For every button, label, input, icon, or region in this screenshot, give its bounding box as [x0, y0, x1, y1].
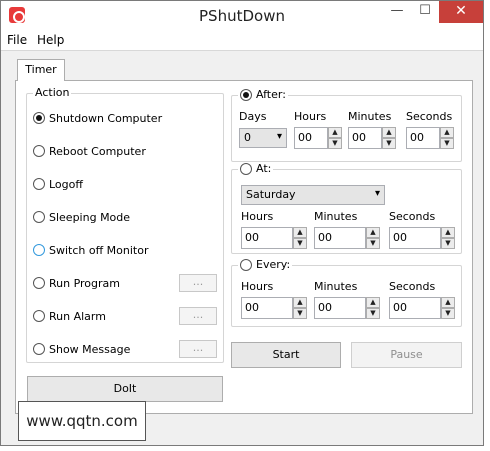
at-hours-label: Hours: [241, 210, 274, 223]
browse-program-button[interactable]: ...: [179, 274, 217, 292]
radio-sleep[interactable]: Sleeping Mode: [33, 209, 130, 225]
radio-indicator[interactable]: [33, 343, 45, 355]
spin-up-icon[interactable]: ▲: [328, 127, 342, 138]
at-hours-field[interactable]: 00: [241, 227, 293, 249]
at-minutes-label: Minutes: [314, 210, 358, 223]
spin-down-icon[interactable]: ▼: [366, 238, 380, 249]
action-legend: Action: [33, 86, 72, 99]
radio-label: Switch off Monitor: [49, 243, 149, 257]
menu-bar: File Help: [1, 31, 483, 51]
radio-indicator[interactable]: [33, 112, 45, 124]
pause-button[interactable]: Pause: [351, 342, 462, 368]
at-radio[interactable]: At:: [238, 162, 274, 175]
spin-down-icon[interactable]: ▼: [328, 138, 342, 149]
every-hours-field[interactable]: 00: [241, 297, 293, 319]
watermark: www.qqtn.com: [18, 401, 146, 441]
radio-label: Shutdown Computer: [49, 111, 163, 125]
at-seconds-field[interactable]: 00: [389, 227, 441, 249]
every-minutes-label: Minutes: [314, 280, 358, 293]
at-radio-indicator[interactable]: [240, 162, 252, 175]
radio-label: Show Message: [49, 342, 131, 356]
spin-up-icon[interactable]: ▲: [441, 297, 455, 308]
spin-down-icon[interactable]: ▼: [441, 308, 455, 319]
spin-down-icon[interactable]: ▼: [366, 308, 380, 319]
minutes-label: Minutes: [348, 110, 392, 123]
tab-timer[interactable]: Timer: [17, 59, 65, 81]
close-button[interactable]: ✕: [439, 1, 483, 23]
at-minutes-field[interactable]: 00: [314, 227, 366, 249]
action-group: Action Shutdown Computer Reboot Computer…: [26, 86, 224, 363]
spin-up-icon[interactable]: ▲: [440, 127, 454, 138]
radio-logoff[interactable]: Logoff: [33, 176, 83, 192]
radio-label: Run Alarm: [49, 309, 106, 323]
hours-label: Hours: [294, 110, 327, 123]
after-hours-field[interactable]: 00: [294, 127, 328, 149]
after-minutes-field[interactable]: 00: [348, 127, 382, 149]
radio-indicator[interactable]: [33, 145, 45, 157]
every-group: Every: Hours Minutes Seconds 00 ▲ ▼ 00 ▲ ▼…: [231, 258, 462, 327]
weekday-select[interactable]: Saturday ▾: [241, 185, 385, 205]
at-seconds-label: Seconds: [389, 210, 436, 223]
radio-label: Reboot Computer: [49, 144, 146, 158]
app-window: PShutDown — ☐ ✕ File Help Timer Action S…: [0, 0, 484, 446]
at-label: At:: [256, 162, 272, 175]
spin-up-icon[interactable]: ▲: [382, 127, 396, 138]
radio-indicator[interactable]: [33, 277, 45, 289]
after-label: After:: [256, 88, 286, 101]
every-radio[interactable]: Every:: [238, 258, 293, 271]
after-seconds-field[interactable]: 00: [406, 127, 440, 149]
spin-down-icon[interactable]: ▼: [293, 308, 307, 319]
every-seconds-label: Seconds: [389, 280, 436, 293]
after-radio-indicator[interactable]: [240, 88, 252, 101]
every-minutes-field[interactable]: 00: [314, 297, 366, 319]
spin-down-icon[interactable]: ▼: [382, 138, 396, 149]
weekday-value: Saturday: [246, 188, 296, 201]
spin-up-icon[interactable]: ▲: [441, 227, 455, 238]
radio-reboot[interactable]: Reboot Computer: [33, 143, 146, 159]
browse-alarm-button[interactable]: ...: [179, 307, 217, 325]
at-group: At: Saturday ▾ Hours Minutes Seconds 00 …: [231, 162, 462, 254]
radio-run-program[interactable]: Run Program: [33, 275, 120, 291]
radio-label: Logoff: [49, 177, 83, 191]
radio-run-alarm[interactable]: Run Alarm: [33, 308, 106, 324]
spin-up-icon[interactable]: ▲: [366, 297, 380, 308]
radio-indicator[interactable]: [33, 310, 45, 322]
days-label: Days: [239, 110, 267, 123]
radio-label: Sleeping Mode: [49, 210, 131, 224]
timer-panel: Action Shutdown Computer Reboot Computer…: [15, 80, 473, 414]
every-radio-indicator[interactable]: [240, 258, 252, 271]
radio-show-message[interactable]: Show Message: [33, 341, 130, 357]
seconds-label: Seconds: [406, 110, 453, 123]
spin-up-icon[interactable]: ▲: [293, 227, 307, 238]
chevron-down-icon: ▾: [276, 131, 282, 142]
start-button[interactable]: Start: [231, 342, 341, 368]
radio-shutdown[interactable]: Shutdown Computer: [33, 110, 162, 126]
every-label: Every:: [256, 258, 291, 271]
doit-button[interactable]: DoIt: [27, 376, 223, 402]
menu-file[interactable]: File: [7, 33, 27, 47]
every-hours-label: Hours: [241, 280, 274, 293]
days-select[interactable]: 0 ▾: [239, 128, 287, 148]
after-radio[interactable]: After:: [238, 88, 288, 101]
days-value: 0: [244, 131, 251, 144]
spin-down-icon[interactable]: ▼: [440, 138, 454, 149]
menu-help[interactable]: Help: [37, 33, 64, 47]
minimize-button[interactable]: —: [383, 1, 411, 23]
spin-up-icon[interactable]: ▲: [293, 297, 307, 308]
radio-indicator[interactable]: [33, 211, 45, 223]
every-seconds-field[interactable]: 00: [389, 297, 441, 319]
chevron-down-icon: ▾: [374, 188, 380, 199]
spin-up-icon[interactable]: ▲: [366, 227, 380, 238]
spin-down-icon[interactable]: ▼: [293, 238, 307, 249]
maximize-button[interactable]: ☐: [411, 1, 439, 23]
after-group: After: Days Hours Minutes Seconds 0 ▾ 00…: [231, 88, 462, 162]
browse-message-button[interactable]: ...: [179, 340, 217, 358]
radio-label: Run Program: [49, 276, 121, 290]
title-bar: PShutDown — ☐ ✕: [1, 1, 483, 31]
radio-monitor-off[interactable]: Switch off Monitor: [33, 242, 148, 258]
radio-indicator[interactable]: [33, 178, 45, 190]
radio-indicator[interactable]: [33, 244, 45, 256]
spin-down-icon[interactable]: ▼: [441, 238, 455, 249]
